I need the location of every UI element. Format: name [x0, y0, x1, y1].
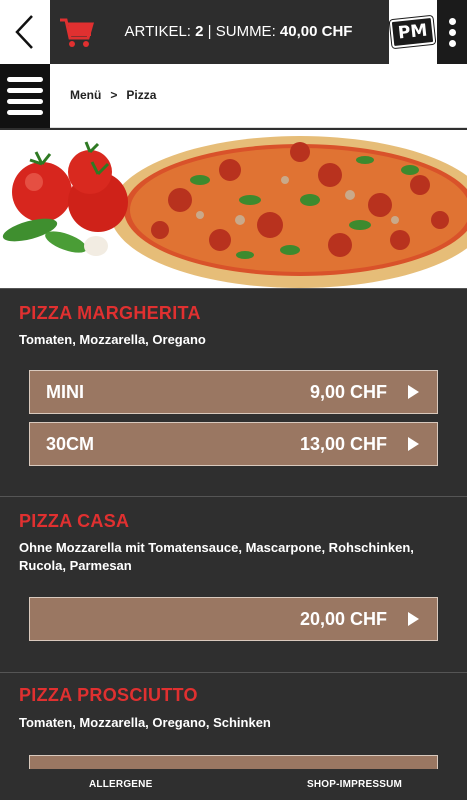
- back-button[interactable]: [0, 0, 50, 64]
- breadcrumb-item-pizza: Pizza: [126, 88, 157, 102]
- pizza-banner-image: [0, 130, 467, 288]
- product-title: PIZZA MARGHERITA: [19, 303, 201, 323]
- cart-count: 2: [195, 23, 204, 40]
- cart-summary[interactable]: ARTIKEL: 2 | SUMME: 40,00 CHF: [50, 0, 389, 64]
- add-to-cart-button-partial[interactable]: [29, 755, 438, 770]
- more-vertical-icon: [448, 17, 456, 25]
- add-to-cart-button-mini[interactable]: MINI 9,00 CHF: [29, 370, 438, 414]
- logo: PM: [389, 15, 437, 49]
- hamburger-menu-button[interactable]: [0, 64, 50, 128]
- more-options-button[interactable]: [437, 0, 467, 64]
- add-to-cart-button-30cm[interactable]: 30CM 13,00 CHF: [29, 422, 438, 466]
- imprint-link[interactable]: SHOP-IMPRESSUM: [307, 779, 402, 790]
- logo-area[interactable]: PM: [389, 0, 437, 64]
- footer: ALLERGENE SHOP-IMPRESSUM: [0, 769, 467, 800]
- breadcrumb: Menü > Pizza: [70, 88, 156, 102]
- size-label: MINI: [46, 381, 84, 402]
- price-label: 9,00 CHF: [309, 381, 387, 402]
- hamburger-menu-icon: [7, 77, 43, 82]
- price-label: 20,00 CHF: [299, 608, 387, 629]
- play-arrow-icon: [408, 437, 419, 451]
- sum-value: 40,00 CHF: [279, 23, 353, 40]
- add-to-cart-button[interactable]: 20,00 CHF: [29, 597, 438, 641]
- play-arrow-icon: [408, 612, 419, 626]
- product-title: PIZZA PROSCIUTTO: [19, 685, 198, 705]
- cart-text: ARTIKEL: 2 | SUMME: 40,00 CHF: [50, 23, 389, 40]
- breadcrumb-separator: >: [110, 88, 118, 102]
- product-description: Tomaten, Mozzarella, Oregano: [19, 332, 206, 347]
- cart-label: ARTIKEL:: [124, 23, 191, 40]
- back-chevron-icon: [15, 15, 33, 49]
- breadcrumb-bar: Menü > Pizza: [0, 64, 467, 128]
- product-pizza-casa: PIZZA CASA Ohne Mozzarella mit Tomatensa…: [0, 496, 467, 672]
- allergens-link[interactable]: ALLERGENE: [89, 779, 152, 790]
- product-pizza-margherita: PIZZA MARGHERITA Tomaten, Mozzarella, Or…: [0, 288, 467, 496]
- cart-divider: |: [207, 23, 212, 40]
- product-description: Ohne Mozzarella mit Tomatensauce, Mascar…: [19, 540, 414, 573]
- top-bar: ARTIKEL: 2 | SUMME: 40,00 CHF PM: [0, 0, 467, 64]
- play-arrow-icon: [408, 385, 419, 399]
- product-pizza-prosciutto: PIZZA PROSCIUTTO Tomaten, Mozzarella, Or…: [0, 672, 467, 770]
- price-label: 13,00 CHF: [299, 433, 387, 454]
- breadcrumb-item-menu[interactable]: Menü: [70, 88, 101, 102]
- product-title: PIZZA CASA: [19, 511, 130, 531]
- sum-label: SUMME:: [215, 23, 276, 40]
- product-description: Tomaten, Mozzarella, Oregano, Schinken: [19, 715, 271, 730]
- size-label: 30CM: [46, 433, 95, 454]
